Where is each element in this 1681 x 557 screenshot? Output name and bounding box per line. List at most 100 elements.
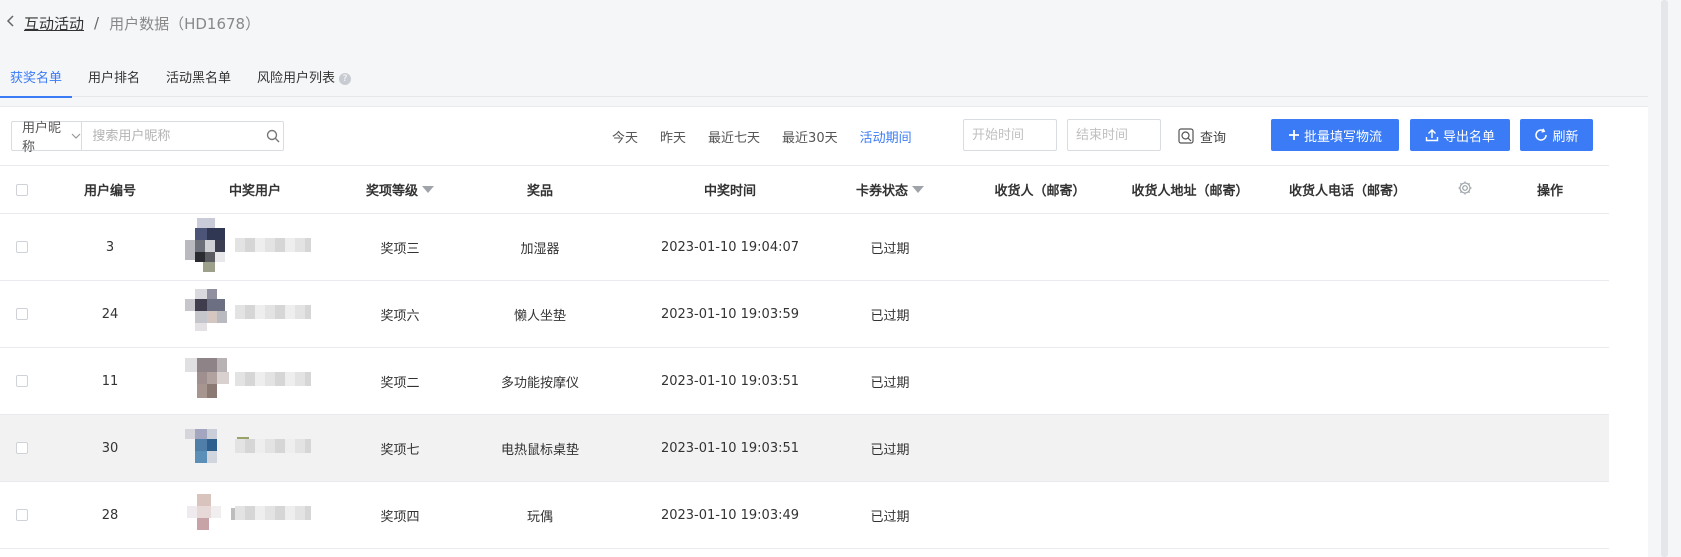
batch-button-label: 批量填写物流 [1303,128,1382,144]
date-link-activity-period[interactable]: 活动期间 [860,127,912,146]
header-operation: 操作 [1536,184,1563,199]
breadcrumb-current: 用户数据（HD1678） [109,14,261,33]
user-id-cell: 11 [101,373,119,389]
prize-level-cell: 奖项七 [380,442,420,458]
coupon-status-cell: 已过期 [870,509,910,525]
prize-cell: 多功能按摩仪 [500,375,579,391]
prize-cell: 玩偶 [526,509,553,525]
date-range-links: 今天 昨天 最近七天 最近30天 活动期间 [612,121,934,151]
header-receiver: 收货人（邮寄） [994,184,1086,199]
breadcrumb-separator: / [94,14,100,32]
question-circle-icon[interactable]: ? [339,73,352,85]
table-header-row: 用户编号 中奖用户 奖项等级 奖品 中奖时间 卡券状态 收货人（邮寄） 收货人地… [0,166,1609,214]
refresh-button[interactable]: 刷新 [1520,119,1593,151]
tab-risk-users[interactable]: 风险用户列表? [247,66,361,97]
header-user-id: 用户编号 [83,184,136,199]
sort-down-icon[interactable] [912,186,924,193]
query-label: 查询 [1200,130,1227,146]
date-link-last-30-days[interactable]: 最近30天 [782,127,838,146]
user-id-cell: 24 [101,306,119,322]
tab-blacklist[interactable]: 活动黑名单 [156,66,241,97]
row-checkbox-cell [0,482,44,548]
nickname-placeholder [235,305,311,319]
prize-level-cell: 奖项二 [380,375,420,391]
gear-icon[interactable] [1457,180,1473,200]
row-checkbox[interactable] [16,509,28,521]
user-id-cell: 30 [101,440,119,456]
query-icon [1178,128,1194,144]
tab-label: 获奖名单 [10,71,63,86]
select-all-checkbox[interactable] [16,183,28,196]
tab-label: 活动黑名单 [166,71,232,86]
row-checkbox-cell [0,348,44,414]
batch-fill-logistics-button[interactable]: 批量填写物流 [1271,119,1399,151]
header-winner: 中奖用户 [228,184,281,199]
search-input[interactable] [82,122,263,150]
breadcrumb-parent-link[interactable]: 互动活动 [24,13,84,34]
scrollbar[interactable] [1648,0,1681,557]
header-prize-level: 奖项等级 [350,166,450,213]
nickname-placeholder [235,238,311,252]
header-coupon-status: 卡券状态 [840,166,940,213]
nickname-placeholder [235,439,311,453]
win-time-cell: 2023-01-10 19:03:49 [660,507,800,523]
filter-bar: 用户昵称 今天 昨天 最近七天 最近30天 活动期间 查询 批量填写 [0,107,1648,165]
scrollbar-thumb[interactable] [1661,0,1668,557]
table-row: 28 奖项四 玩偶 2023-01-10 19:03:49 已过期 [0,482,1609,549]
coupon-status-cell: 已过期 [870,308,910,324]
tab-user-ranking[interactable]: 用户排名 [78,66,150,97]
tab-winners[interactable]: 获奖名单 [0,66,73,98]
nickname-placeholder [235,506,311,520]
export-button-label: 导出名单 [1442,128,1495,144]
refresh-icon [1535,128,1548,141]
sort-down-icon[interactable] [422,186,434,193]
table-row: 11 奖项二 多功能按摩仪 2023-01-10 19:03:51 已过期 [0,348,1609,415]
row-checkbox[interactable] [16,241,28,253]
date-link-last-7-days[interactable]: 最近七天 [708,127,760,146]
user-id-cell: 3 [105,239,115,255]
search-field-select[interactable]: 用户昵称 [12,121,83,155]
query-button[interactable]: 查询 [1178,121,1226,151]
nickname-placeholder [235,372,311,386]
tab-label: 风险用户列表 [257,71,336,86]
select-all-cell [0,166,44,213]
start-time-input[interactable] [963,119,1057,151]
chevron-left-icon[interactable] [6,14,24,32]
header-win-time: 中奖时间 [703,184,756,199]
header-coupon-status-label: 卡券状态 [855,184,908,199]
prize-level-cell: 奖项三 [380,241,420,257]
header-prize-level-label: 奖项等级 [365,184,418,199]
win-time-cell: 2023-01-10 19:03:59 [660,306,800,322]
search-group: 用户昵称 [11,121,284,155]
prize-level-cell: 奖项四 [380,509,420,525]
date-link-today[interactable]: 今天 [612,127,638,146]
win-time-cell: 2023-01-10 19:04:07 [660,239,800,255]
user-id-cell: 28 [101,507,119,523]
row-checkbox[interactable] [16,375,28,387]
win-time-cell: 2023-01-10 19:03:51 [660,440,800,456]
header-receiver-address: 收货人地址（邮寄） [1131,184,1249,199]
breadcrumb: 互动活动 / 用户数据（HD1678） [6,12,260,34]
prize-cell: 懒人坐垫 [513,308,566,324]
refresh-button-label: 刷新 [1552,128,1579,144]
header-prize: 奖品 [526,184,553,199]
win-time-cell: 2023-01-10 19:03:51 [660,373,800,389]
date-link-yesterday[interactable]: 昨天 [660,127,686,146]
chevron-down-icon [71,131,81,142]
table-row: 3 奖项三 加湿器 2023-01-10 19:04:07 已过期 [0,214,1609,281]
search-field-label: 用户昵称 [22,121,62,155]
header-receiver-phone: 收货人电话（邮寄） [1288,184,1406,199]
column-settings-cell [1445,166,1485,213]
coupon-status-cell: 已过期 [870,241,910,257]
row-checkbox[interactable] [16,308,28,320]
row-checkbox-cell [0,281,44,347]
search-icon[interactable] [262,122,283,150]
prize-cell: 加湿器 [520,241,560,257]
plus-icon [1288,130,1299,140]
prize-level-cell: 奖项六 [380,308,420,324]
export-list-button[interactable]: 导出名单 [1410,119,1510,151]
row-checkbox[interactable] [16,442,28,454]
table-row: 24 奖项六 懒人坐垫 2023-01-10 19:03:59 已过期 [0,281,1609,348]
prize-cell: 电热鼠标桌垫 [500,442,579,458]
end-time-input[interactable] [1067,119,1161,151]
